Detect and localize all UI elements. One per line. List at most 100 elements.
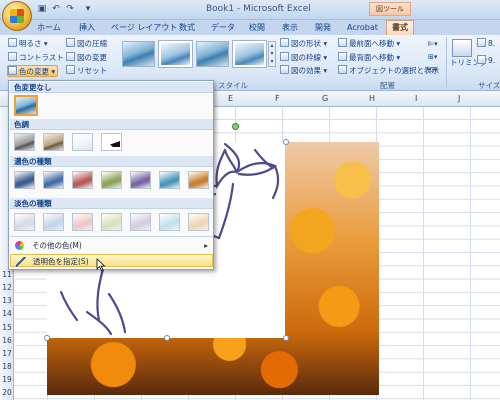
row-header[interactable]: 18 bbox=[0, 362, 14, 371]
tone-header: 色調 bbox=[10, 119, 213, 130]
tab-format[interactable]: 書式 bbox=[386, 20, 414, 36]
picture-border-button[interactable]: 図の枠線 ▾ bbox=[280, 52, 327, 64]
picture-style-3[interactable] bbox=[196, 41, 229, 67]
tab-review[interactable]: 校閲 bbox=[249, 21, 265, 35]
rotation-handle[interactable] bbox=[232, 123, 239, 130]
reset-picture-button[interactable]: リセット bbox=[66, 65, 107, 77]
column-header[interactable]: H bbox=[369, 94, 375, 103]
height-field[interactable]: 8. bbox=[477, 38, 495, 50]
customize-icon[interactable]: ▾ bbox=[82, 3, 94, 15]
styles-scroll[interactable]: ▴ ▾ ▾ bbox=[268, 41, 276, 67]
row-header[interactable]: 15 bbox=[0, 323, 14, 332]
tab-formulas[interactable]: 数式 bbox=[179, 21, 195, 35]
row-header[interactable]: 13 bbox=[0, 296, 14, 305]
crop-icon[interactable] bbox=[452, 39, 472, 57]
contrast-button[interactable]: コントラスト ▾ bbox=[8, 52, 70, 64]
column-header[interactable]: J bbox=[458, 94, 460, 103]
resize-handle-bottom[interactable] bbox=[164, 335, 170, 341]
resize-handle-top-right[interactable] bbox=[283, 139, 289, 145]
change-picture-button[interactable]: 図の変更 bbox=[66, 52, 107, 64]
picture-tools-tab-title: 図ツール bbox=[369, 2, 411, 16]
selection-pane-icon bbox=[338, 65, 347, 74]
dark-variation-swatch[interactable] bbox=[130, 171, 151, 189]
column-header[interactable]: E bbox=[228, 94, 233, 103]
resize-handle-left[interactable] bbox=[44, 335, 50, 341]
arrange-group-label: 配置 bbox=[380, 81, 395, 90]
brightness-icon bbox=[8, 38, 17, 47]
row-header[interactable]: 16 bbox=[0, 336, 14, 345]
more-colors-item[interactable]: その他の色(M) ▸ bbox=[10, 239, 213, 252]
swatch-no-recolor[interactable] bbox=[14, 95, 38, 116]
transparent-pen-icon bbox=[16, 257, 26, 267]
dark-variations-header: 濃色の種類 bbox=[10, 156, 213, 167]
window-title: Book1 - Microsoft Excel bbox=[206, 4, 311, 14]
light-variation-swatch[interactable] bbox=[159, 213, 180, 231]
light-variation-swatch[interactable] bbox=[72, 213, 93, 231]
bring-to-front-button[interactable]: 最前面へ移動 ▾ bbox=[338, 38, 400, 50]
row-header[interactable]: 20 bbox=[0, 388, 14, 397]
bring-front-icon bbox=[338, 38, 347, 47]
contrast-icon bbox=[8, 52, 17, 61]
swatch-washout[interactable] bbox=[72, 133, 93, 151]
change-picture-icon bbox=[66, 52, 75, 61]
send-to-back-button[interactable]: 最背面へ移動 ▾ bbox=[338, 52, 400, 64]
submenu-arrow-icon: ▸ bbox=[204, 241, 208, 250]
light-variation-swatch[interactable] bbox=[130, 213, 151, 231]
row-header[interactable]: 11 bbox=[0, 270, 14, 279]
column-header[interactable]: G bbox=[322, 94, 328, 103]
row-header[interactable]: 17 bbox=[0, 349, 14, 358]
no-recolor-header: 色変更なし bbox=[10, 82, 213, 93]
dark-variation-swatch[interactable] bbox=[159, 171, 180, 189]
tab-home[interactable]: ホーム bbox=[37, 21, 61, 35]
resize-handle-right[interactable] bbox=[283, 335, 289, 341]
picture-style-1[interactable] bbox=[122, 41, 155, 67]
row-header[interactable]: 19 bbox=[0, 375, 14, 384]
row-header[interactable]: 12 bbox=[0, 283, 14, 292]
picture-effects-button[interactable]: 図の効果 ▾ bbox=[280, 65, 327, 77]
height-icon bbox=[477, 38, 486, 47]
tab-developer[interactable]: 開発 bbox=[315, 21, 331, 35]
styles-group-label: スタイル bbox=[218, 81, 248, 90]
swatch-grayscale[interactable] bbox=[14, 133, 35, 151]
row-header[interactable]: 14 bbox=[0, 309, 14, 318]
tab-page-layout[interactable]: ページ レイアウト bbox=[111, 21, 177, 35]
undo-icon[interactable]: ↶ bbox=[50, 3, 62, 15]
tab-data[interactable]: データ bbox=[211, 21, 235, 35]
light-variation-swatch[interactable] bbox=[14, 213, 35, 231]
office-button[interactable] bbox=[2, 1, 32, 31]
tab-insert[interactable]: 挿入 bbox=[79, 21, 95, 35]
light-variation-swatch[interactable] bbox=[101, 213, 122, 231]
color-palette-icon bbox=[15, 241, 24, 250]
recolor-menu: 色変更なし 色調 濃色の種類 淡色の種類 その他の色(M) ▸ 透明色を指定(S… bbox=[8, 80, 214, 270]
align-buttons[interactable]: ⊫▾ ⊞▾ ⟲▾ bbox=[428, 38, 440, 78]
column-header[interactable]: I bbox=[415, 94, 417, 103]
swatch-sepia[interactable] bbox=[43, 133, 64, 151]
tab-acrobat[interactable]: Acrobat bbox=[347, 21, 378, 35]
dark-variation-swatch[interactable] bbox=[188, 171, 209, 189]
picture-shape-button[interactable]: 図の形状 ▾ bbox=[280, 38, 327, 50]
group-divider bbox=[446, 37, 447, 87]
selection-pane-button[interactable]: オブジェクトの選択と表示 bbox=[338, 65, 439, 77]
picture-style-2[interactable] bbox=[159, 41, 192, 67]
dark-variation-swatch[interactable] bbox=[101, 171, 122, 189]
picture-style-4[interactable] bbox=[233, 41, 266, 67]
dark-variation-swatch[interactable] bbox=[72, 171, 93, 189]
column-header[interactable]: F bbox=[275, 94, 280, 103]
dark-variation-swatch[interactable] bbox=[43, 171, 64, 189]
office-logo-icon bbox=[10, 9, 24, 23]
set-transparent-color-item[interactable]: 透明色を指定(S) bbox=[10, 254, 213, 267]
compress-pictures-button[interactable]: 図の圧縮 bbox=[66, 38, 107, 50]
brightness-button[interactable]: 明るさ ▾ bbox=[8, 38, 48, 50]
light-variation-swatch[interactable] bbox=[43, 213, 64, 231]
size-group-label: サイズ bbox=[478, 81, 500, 90]
send-back-icon bbox=[338, 52, 347, 61]
save-icon[interactable]: ▣ bbox=[36, 3, 48, 15]
dark-variation-swatch[interactable] bbox=[14, 171, 35, 189]
compress-icon bbox=[66, 38, 75, 47]
swatch-black-white[interactable] bbox=[101, 133, 122, 151]
redo-icon[interactable]: ↷ bbox=[64, 3, 76, 15]
recolor-button[interactable]: 色の変更 ▾ bbox=[7, 65, 59, 77]
width-field[interactable]: 9. bbox=[477, 55, 495, 67]
light-variation-swatch[interactable] bbox=[188, 213, 209, 231]
tab-view[interactable]: 表示 bbox=[282, 21, 298, 35]
